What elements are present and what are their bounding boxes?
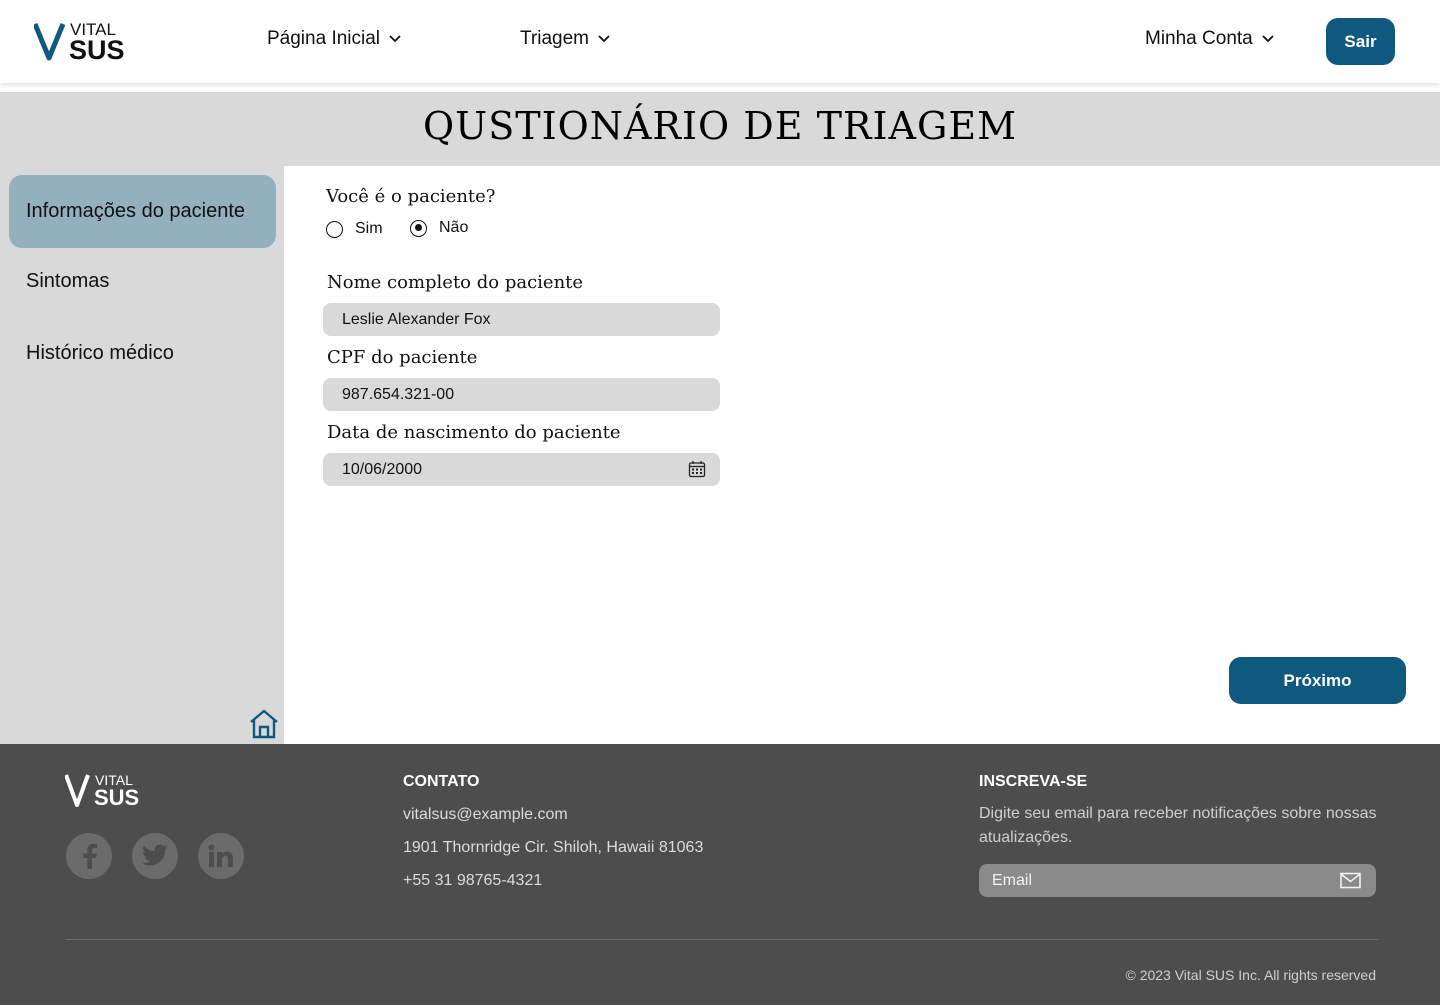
patient-birthdate-field[interactable]: 10/06/2000: [323, 453, 720, 486]
radio-sim[interactable]: Sim: [326, 220, 383, 238]
contact-email-link[interactable]: vitalsus@example.com: [403, 806, 568, 824]
vital-sus-logo[interactable]: VITAL SUS: [32, 20, 144, 65]
footer-logo[interactable]: VITAL SUS: [64, 772, 157, 810]
radio-nao[interactable]: Não: [410, 219, 468, 237]
calendar-icon[interactable]: [688, 460, 706, 478]
sidebar-item-label: Histórico médico: [26, 342, 174, 364]
facebook-icon: [83, 843, 97, 869]
nav-pagina-inicial[interactable]: Página Inicial: [267, 28, 402, 50]
sidebar-item-label: Informações do paciente: [26, 200, 246, 222]
logout-button[interactable]: Sair: [1326, 18, 1395, 65]
top-header: VITAL SUS Página Inicial Triagem Minha C…: [0, 0, 1440, 83]
radio-nao-label: Não: [439, 219, 469, 236]
radio-sim-circle[interactable]: [326, 220, 343, 238]
subscribe-heading: INSCREVA-SE: [979, 773, 1088, 790]
sidebar-item-sintomas[interactable]: Sintomas: [9, 245, 276, 318]
is-patient-question: Você é o paciente?: [326, 186, 496, 207]
radio-sim-label: Sim: [355, 220, 383, 237]
nav-minha-conta[interactable]: Minha Conta: [1145, 28, 1275, 50]
contact-phone[interactable]: +55 31 98765-4321: [403, 872, 542, 890]
sidebar: Informações do paciente Sintomas Históri…: [0, 166, 284, 744]
chevron-down-icon: [389, 35, 401, 43]
svg-text:SUS: SUS: [94, 785, 139, 808]
chevron-down-icon: [1262, 35, 1274, 43]
subscribe-text: Digite seu email para receber notificaçõ…: [979, 805, 1377, 846]
nav-triagem-label: Triagem: [520, 28, 589, 49]
linkedin-link[interactable]: [198, 833, 244, 879]
nav-triagem[interactable]: Triagem: [520, 28, 611, 50]
cpf-label: CPF do paciente: [327, 347, 478, 368]
patient-cpf-field[interactable]: 987.654.321-00: [323, 378, 720, 411]
twitter-link[interactable]: [132, 833, 178, 879]
next-button[interactable]: Próximo: [1229, 657, 1406, 704]
subscribe-email-input[interactable]: Email: [979, 864, 1376, 897]
name-label: Nome completo do paciente: [327, 272, 584, 293]
sidebar-item-informacoes[interactable]: Informações do paciente: [9, 175, 276, 248]
sidebar-item-label: Sintomas: [26, 270, 110, 292]
contact-address: 1901 Thornridge Cir. Shiloh, Hawaii 8106…: [403, 839, 704, 856]
sidebar-item-historico[interactable]: Histórico médico: [9, 317, 276, 390]
radio-nao-circle[interactable]: [410, 219, 427, 237]
patient-name-field[interactable]: Leslie Alexander Fox: [323, 303, 720, 336]
svg-text:SUS: SUS: [69, 35, 125, 62]
chevron-down-icon: [598, 35, 610, 43]
nav-pagina-inicial-label: Página Inicial: [267, 28, 381, 49]
page-title: QUSTIONÁRIO DE TRIAGEM: [423, 104, 1017, 148]
mail-icon[interactable]: [1340, 872, 1361, 889]
linkedin-icon: [208, 844, 233, 867]
contact-heading: CONTATO: [403, 773, 480, 790]
birth-label: Data de nascimento do paciente: [327, 422, 621, 443]
home-icon[interactable]: [248, 707, 280, 739]
copyright-text: © 2023 Vital SUS Inc. All rights reserve…: [1125, 967, 1376, 983]
nav-minha-conta-label: Minha Conta: [1145, 28, 1253, 49]
footer: VITAL SUS CONTATO vitalsus@example.com 1…: [0, 744, 1440, 1005]
footer-divider: [66, 939, 1378, 940]
facebook-link[interactable]: [66, 833, 112, 879]
twitter-icon: [141, 844, 168, 866]
